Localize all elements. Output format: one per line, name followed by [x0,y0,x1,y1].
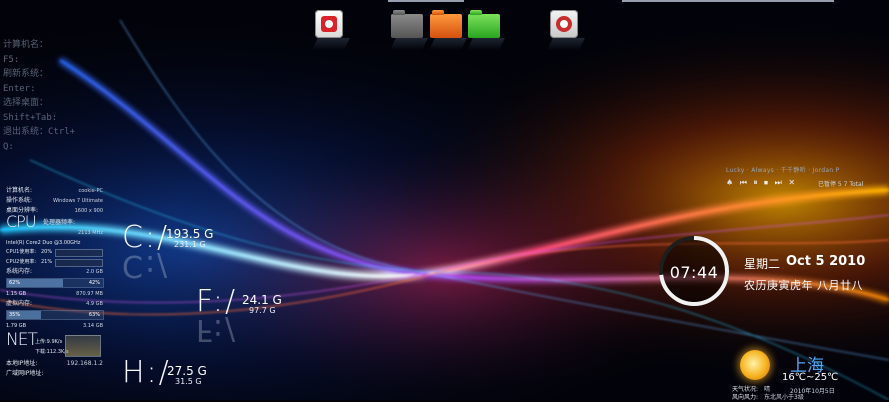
net-graph [65,335,101,357]
track-title: Lucky · Always · 千千静听 · Jordan P [726,167,840,174]
music-player: Lucky · Always · 千千静听 · Jordan P ♠ ⏮ ⏸ ⏹… [724,164,863,194]
computer-name-label: 计算机名: [6,187,33,194]
cpu-title: CPU [6,212,37,231]
stop-icon[interactable]: ⏹ [764,178,768,187]
vmem-label: 虚拟内存: [6,300,33,307]
pause-icon[interactable]: ⏸ [753,178,757,187]
dock-indicator-right [622,0,834,2]
drive-free: 31.5 G [175,377,202,386]
shortcut-console: 计算机名： F5: 刷新系统： Enter: 选择桌面： Shift+Tab: … [3,38,113,154]
app-q-icon[interactable] [312,10,350,50]
player-status: 已暂停 5 7 Total [818,181,864,188]
os-value: Windows 7 Ultimate [52,198,103,204]
shuffle-icon[interactable]: ✕ [788,178,795,187]
vmem-usage-bar: 35% 63% [6,310,104,320]
cpu1-label: CPU1使用率: [6,249,37,255]
vmem-free: 3.14 GB [82,323,103,329]
system-info-panel: 计算机名: cookie-PC 操作系统: Windows 7 Ultimate 桌… [3,186,104,379]
drive-c[interactable]: C:/ C:/ 193.5 G 231.1 G [122,220,232,283]
top-dock [0,0,889,50]
drive-letter-reflection: C:/ [122,248,170,283]
cpu1-graph [55,249,103,257]
download-speed: 下载:112.3K/s [35,349,69,355]
console-line: 选择桌面： [3,98,49,108]
os-label: 操作系统: [6,197,33,204]
next-icon[interactable]: ⏭ [775,178,782,187]
net-title: NET [6,330,38,350]
cpu2-graph [55,259,103,267]
cpu2-label: CPU2使用率: [6,259,37,265]
cpu1-value: 20% [41,249,53,255]
folder-gray-icon[interactable] [390,10,428,50]
drive-total: 193.5 G [166,227,214,241]
console-line: 计算机名： [3,40,49,50]
folder-green-icon[interactable] [467,10,505,50]
cpu2-value: 21% [41,259,53,265]
player-controls: ♠ ⏮ ⏸ ⏹ ⏭ ✕ [726,178,799,188]
console-line: Enter: [3,83,36,94]
computer-name-value: cookie-PC [78,188,103,194]
drive-letter: H:/ [122,355,171,390]
drive-free: 97.7 G [249,306,276,315]
cpu-freq-label: 处理器频率: [43,219,76,226]
vmem-pct: 35% [9,312,21,318]
previous-icon[interactable]: ⏮ [740,178,747,187]
wan-label: 广域网IP地址: [6,370,44,377]
console-line: Shift+Tab: [3,112,58,123]
condition-label: 天气状况: [732,386,759,393]
console-line: F5: [3,54,20,65]
console-line: 退出系统：Ctrl+ [3,127,76,137]
drive-total: 27.5 G [167,364,207,378]
mem-pct-right: 42% [88,280,100,286]
player-logo-icon: ♠ [726,178,734,187]
mem-total: 2.0 GB [86,269,103,275]
dock-indicator-left [388,0,464,2]
lunar-date: 农历庚寅虎年 八月廿八 [744,279,863,292]
app-recycle-icon[interactable] [547,10,585,50]
drive-letter-reflection: F:/ [196,312,238,347]
mem-usage-bar: 62% 42% [6,278,104,288]
ip-label: 本地IP地址: [6,360,38,367]
console-line: Q: [3,141,14,152]
vmem-pct-right: 63% [88,312,100,318]
sun-icon [740,350,770,380]
console-line: 刷新系统： [3,69,49,79]
mem-pct: 62% [9,280,21,286]
weekday: 星期二 [744,257,781,271]
mem-free: 870.97 MB [76,291,103,297]
weather-temp: 16℃~25℃ [782,372,839,383]
drive-total: 24.1 G [242,293,282,307]
upload-speed: 上传:9.9K/s [35,339,63,345]
date: Oct 5 2010 [786,254,866,269]
drive-f[interactable]: F:/ F:/ 24.1 G 97.7 G [196,284,296,347]
mem-label: 系统内存: [6,268,33,275]
folder-orange-icon[interactable] [429,10,467,50]
drive-h[interactable]: H:/ 27.5 G 31.5 G [122,355,222,400]
wallpaper [0,0,889,400]
cpu-freq-value: 2113 MHz [77,230,103,236]
vmem-total: 4.9 GB [86,301,103,307]
condition-value: 晴 [764,386,771,393]
clock-time: 07:44 [669,263,719,282]
ip-value: 192.168.1.2 [66,360,103,367]
resolution-value: 1600 x 900 [74,208,103,214]
drive-free: 231.1 G [174,240,206,249]
mem-used: 1.15 GB [6,291,27,297]
